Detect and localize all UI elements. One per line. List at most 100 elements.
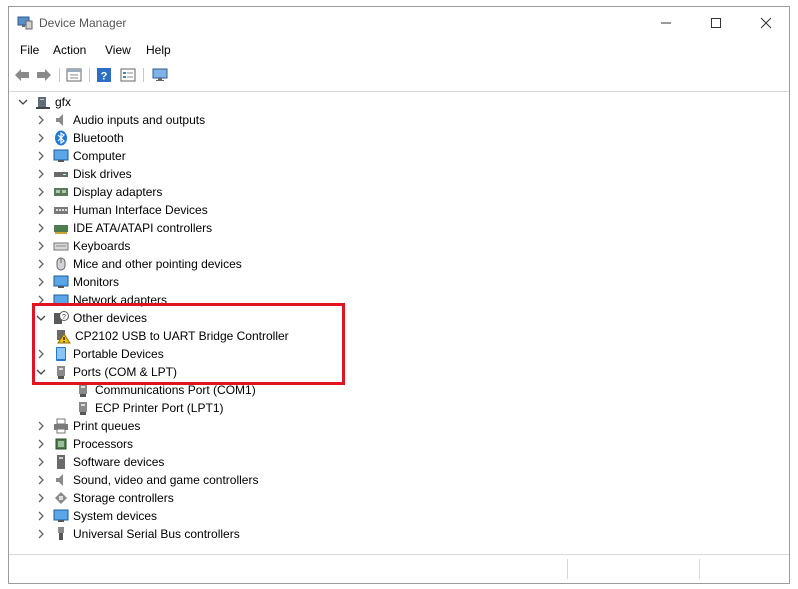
chevron-down-icon[interactable] bbox=[35, 312, 47, 324]
chevron-right-icon[interactable] bbox=[35, 276, 47, 288]
tree-item-keyboards[interactable]: Keyboards bbox=[35, 237, 130, 255]
chevron-right-icon[interactable] bbox=[35, 258, 47, 270]
tree-item-computer[interactable]: Computer bbox=[35, 147, 126, 165]
tree-item-display-adapters[interactable]: Display adapters bbox=[35, 183, 162, 201]
port-icon bbox=[75, 400, 91, 416]
maximize-button[interactable] bbox=[693, 7, 739, 39]
toolbar: ? bbox=[9, 63, 789, 87]
chevron-right-icon[interactable] bbox=[35, 222, 47, 234]
minimize-button[interactable] bbox=[643, 7, 689, 39]
properties-icon[interactable] bbox=[65, 66, 83, 84]
tree-item-bluetooth[interactable]: Bluetooth bbox=[35, 129, 124, 147]
tree-item-label: Processors bbox=[73, 437, 134, 451]
view-details-icon[interactable] bbox=[119, 66, 137, 84]
title-bar[interactable]: Device Manager bbox=[9, 7, 789, 39]
tree-item-audio[interactable]: Audio inputs and outputs bbox=[35, 111, 205, 129]
tree-item-software-devices[interactable]: Software devices bbox=[35, 453, 164, 471]
tree-item-sound[interactable]: Sound, video and game controllers bbox=[35, 471, 258, 489]
chevron-right-icon[interactable] bbox=[35, 168, 47, 180]
chevron-right-icon[interactable] bbox=[35, 132, 47, 144]
menu-view[interactable]: View bbox=[105, 43, 131, 57]
chevron-right-icon[interactable] bbox=[35, 294, 47, 306]
tree-item-lpt1[interactable]: ECP Printer Port (LPT1) bbox=[75, 399, 223, 417]
chevron-down-icon[interactable] bbox=[17, 96, 29, 108]
tree-item-other-devices[interactable]: ? Other devices bbox=[35, 309, 147, 327]
tree-item-label: CP2102 USB to UART Bridge Controller bbox=[75, 329, 289, 343]
tree-item-label: Sound, video and game controllers bbox=[73, 473, 259, 487]
tree-item-label: Network adapters bbox=[73, 293, 168, 307]
chevron-down-icon[interactable] bbox=[35, 366, 47, 378]
tree-item-system-devices[interactable]: System devices bbox=[35, 507, 157, 525]
software-device-icon bbox=[53, 454, 69, 470]
chevron-right-icon[interactable] bbox=[35, 150, 47, 162]
tree-item-mice[interactable]: Mice and other pointing devices bbox=[35, 255, 242, 273]
status-bar bbox=[9, 557, 789, 581]
tree-item-label: ECP Printer Port (LPT1) bbox=[95, 401, 224, 415]
computer-icon bbox=[35, 94, 51, 110]
tree-item-label: Computer bbox=[73, 149, 126, 163]
forward-icon[interactable] bbox=[35, 66, 53, 84]
tree-item-network[interactable]: Network adapters bbox=[35, 291, 167, 309]
tree-item-label: Display adapters bbox=[73, 185, 163, 199]
tree-item-label: Mice and other pointing devices bbox=[73, 257, 242, 271]
tree-item-com1[interactable]: Communications Port (COM1) bbox=[75, 381, 256, 399]
menu-file[interactable]: File bbox=[20, 43, 39, 57]
tree-root[interactable]: gfx bbox=[17, 93, 71, 111]
tree-item-processors[interactable]: Processors bbox=[35, 435, 133, 453]
bluetooth-icon bbox=[53, 130, 69, 146]
tree-item-label: Other devices bbox=[73, 311, 148, 325]
chevron-right-icon[interactable] bbox=[35, 438, 47, 450]
chevron-right-icon[interactable] bbox=[35, 114, 47, 126]
monitor-icon bbox=[53, 148, 69, 164]
menu-help[interactable]: Help bbox=[146, 43, 171, 57]
tree-item-cp2102[interactable]: CP2102 USB to UART Bridge Controller bbox=[55, 327, 289, 345]
tree-item-ports[interactable]: Ports (COM & LPT) bbox=[35, 363, 177, 381]
tree-item-usb[interactable]: Universal Serial Bus controllers bbox=[35, 525, 240, 543]
tree-item-storage[interactable]: Storage controllers bbox=[35, 489, 174, 507]
chevron-right-icon[interactable] bbox=[35, 474, 47, 486]
mouse-icon bbox=[53, 256, 69, 272]
speaker-icon bbox=[53, 112, 69, 128]
svg-text:?: ? bbox=[62, 314, 66, 321]
tree-item-label: Bluetooth bbox=[73, 131, 124, 145]
chevron-right-icon[interactable] bbox=[35, 348, 47, 360]
tree-item-label: Universal Serial Bus controllers bbox=[73, 527, 240, 541]
status-segment bbox=[567, 559, 700, 579]
tree-item-hid[interactable]: Human Interface Devices bbox=[35, 201, 208, 219]
tree-item-label: Print queues bbox=[73, 419, 141, 433]
svg-text:?: ? bbox=[101, 71, 108, 83]
speaker-icon bbox=[53, 472, 69, 488]
tree-item-ide[interactable]: IDE ATA/ATAPI controllers bbox=[35, 219, 212, 237]
usb-icon bbox=[53, 526, 69, 542]
tree-item-portable-devices[interactable]: Portable Devices bbox=[35, 345, 164, 363]
display-adapter-icon bbox=[53, 184, 69, 200]
chevron-right-icon[interactable] bbox=[35, 492, 47, 504]
device-manager-icon bbox=[17, 16, 33, 30]
monitor-icon bbox=[53, 274, 69, 290]
system-device-icon bbox=[53, 508, 69, 524]
ide-controller-icon bbox=[53, 220, 69, 236]
chevron-right-icon[interactable] bbox=[35, 510, 47, 522]
tree-item-label: System devices bbox=[73, 509, 158, 523]
monitor-scan-icon[interactable] bbox=[151, 66, 169, 84]
chevron-right-icon[interactable] bbox=[35, 528, 47, 540]
chevron-right-icon[interactable] bbox=[35, 456, 47, 468]
close-button[interactable] bbox=[743, 7, 789, 39]
back-icon[interactable] bbox=[13, 66, 31, 84]
tree-item-label: Human Interface Devices bbox=[73, 203, 208, 217]
tree-item-monitors[interactable]: Monitors bbox=[35, 273, 119, 291]
chevron-right-icon[interactable] bbox=[35, 204, 47, 216]
tree-item-disk-drives[interactable]: Disk drives bbox=[35, 165, 132, 183]
tree-item-label: Communications Port (COM1) bbox=[95, 383, 256, 397]
help-icon[interactable]: ? bbox=[95, 66, 113, 84]
menu-action[interactable]: Action bbox=[53, 43, 86, 57]
tree-item-print-queues[interactable]: Print queues bbox=[35, 417, 140, 435]
network-adapter-icon bbox=[53, 292, 69, 308]
hid-icon bbox=[53, 202, 69, 218]
window-title: Device Manager bbox=[39, 16, 127, 30]
chevron-right-icon[interactable] bbox=[35, 420, 47, 432]
storage-controller-icon bbox=[53, 490, 69, 506]
chevron-right-icon[interactable] bbox=[35, 240, 47, 252]
port-icon bbox=[75, 382, 91, 398]
chevron-right-icon[interactable] bbox=[35, 186, 47, 198]
